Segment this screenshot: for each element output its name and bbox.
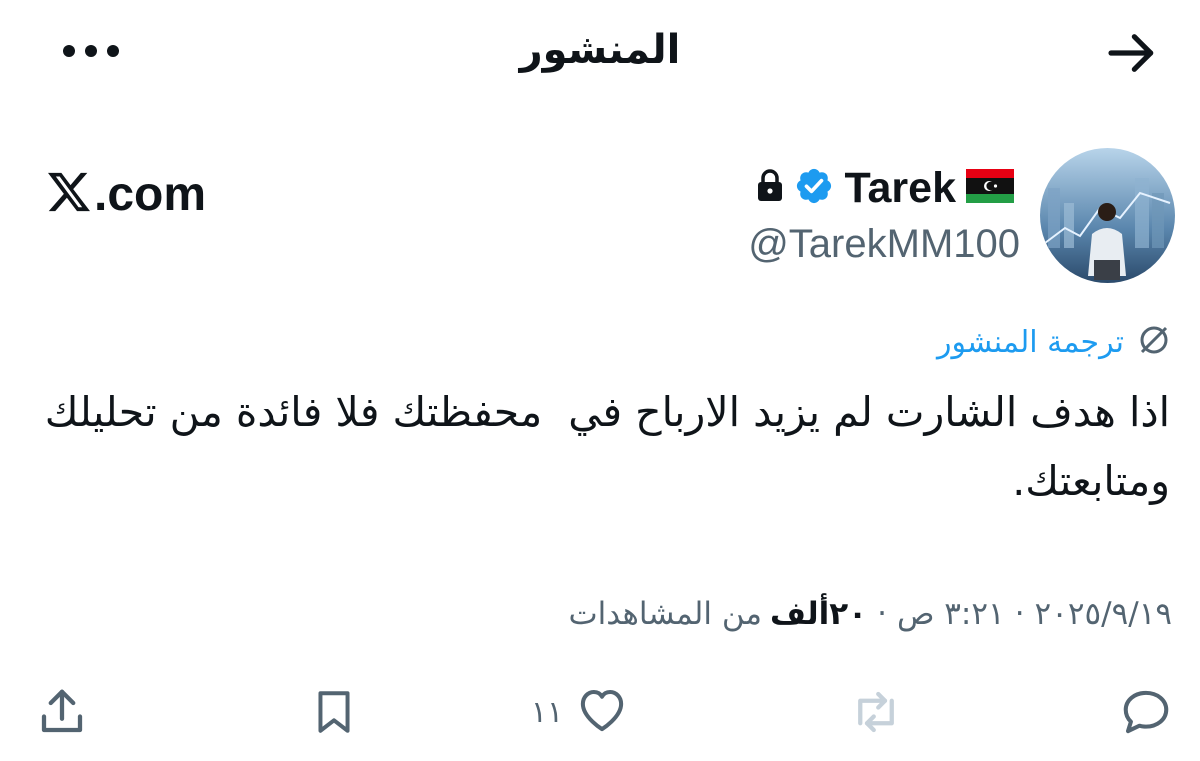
tweet-meta: ٢٠٢٥/٩/١٩ · ٣:٢١ ص · ٢٠ألف من المشاهدات — [568, 586, 1172, 642]
author-display-name[interactable]: Tarek — [844, 162, 956, 214]
author-handle[interactable]: @TarekMM100 — [748, 218, 1020, 270]
tweet-date[interactable]: ٢٠٢٥/٩/١٩ — [1035, 596, 1172, 632]
tweet-time[interactable]: ٣:٢١ ص — [897, 596, 1005, 632]
meta-separator: · — [877, 596, 887, 632]
like-count: ١١ — [530, 694, 564, 730]
bookmark-icon — [318, 691, 350, 733]
reply-button[interactable] — [1106, 680, 1186, 744]
tweet-text: اذا هدف الشارت لم يزيد الارباح في محفظتك… — [31, 388, 1170, 505]
translate-post-link[interactable]: ترجمة المنشور — [937, 318, 1172, 366]
x-logo-icon — [46, 171, 92, 217]
share-icon — [41, 689, 83, 733]
back-arrow-icon[interactable] — [1098, 22, 1166, 84]
retweet-icon — [858, 691, 894, 733]
views-label: من المشاهدات — [568, 596, 763, 632]
reply-icon — [1123, 690, 1169, 734]
views-count: ٢٠ألف — [770, 596, 868, 632]
like-button[interactable]: ١١ — [520, 680, 640, 744]
bookmark-button[interactable] — [294, 680, 374, 744]
verified-badge-icon[interactable] — [794, 166, 834, 210]
translate-icon — [1136, 322, 1172, 362]
retweet-button[interactable] — [836, 680, 916, 744]
author-name-row: Tarek — [756, 162, 1014, 214]
libya-flag-icon — [966, 169, 1014, 207]
more-options-button[interactable] — [52, 26, 130, 76]
meta-separator: · — [1014, 596, 1025, 632]
x-com-logo: .com — [46, 162, 206, 226]
lock-icon — [756, 169, 784, 207]
page-title: المنشور — [519, 27, 681, 73]
avatar[interactable] — [1040, 148, 1175, 283]
share-button[interactable] — [22, 680, 102, 744]
translate-label[interactable]: ترجمة المنشور — [937, 325, 1124, 360]
heart-icon — [575, 683, 629, 741]
more-horizontal-icon — [63, 45, 119, 57]
x-com-text: .com — [94, 167, 207, 221]
